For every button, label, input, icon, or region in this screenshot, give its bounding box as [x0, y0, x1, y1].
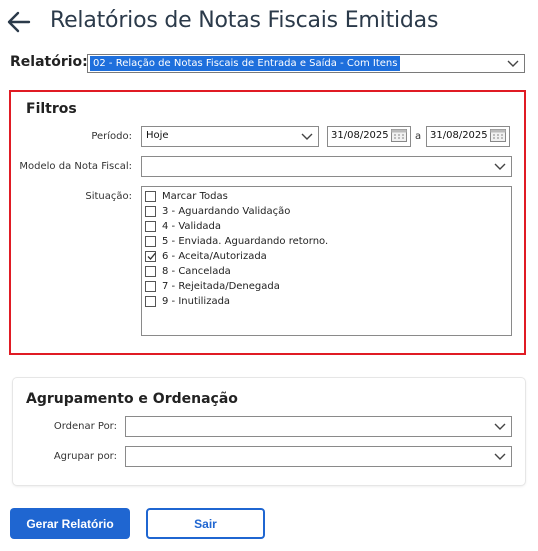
chevron-down-icon: [301, 133, 313, 140]
chevron-down-icon: [494, 423, 506, 430]
chevron-down-icon: [494, 453, 506, 460]
page-title: Relatórios de Notas Fiscais Emitidas: [50, 8, 439, 33]
situation-option[interactable]: 8 - Cancelada: [145, 264, 231, 279]
date-to-input[interactable]: 31/08/2025: [426, 126, 510, 147]
checkbox[interactable]: [145, 236, 156, 247]
checkbox[interactable]: [145, 266, 156, 277]
filters-title: Filtros: [26, 101, 77, 117]
grouping-title: Agrupamento e Ordenação: [26, 391, 238, 407]
date-to-value: 31/08/2025: [430, 130, 488, 141]
situation-option[interactable]: 9 - Inutilizada: [145, 294, 230, 309]
situation-option-label: 6 - Aceita/Autorizada: [162, 251, 267, 262]
report-label: Relatório:: [10, 54, 88, 70]
checkbox[interactable]: [145, 221, 156, 232]
period-label: Período:: [91, 131, 132, 142]
checkbox[interactable]: [145, 206, 156, 217]
back-arrow-icon[interactable]: [6, 8, 32, 36]
date-from-value: 31/08/2025: [331, 130, 389, 141]
model-label: Modelo da Nota Fiscal:: [19, 161, 132, 172]
situation-option-label: 9 - Inutilizada: [162, 296, 231, 307]
checkbox[interactable]: [145, 191, 156, 202]
checkbox[interactable]: [145, 296, 156, 307]
situation-option[interactable]: 3 - Aguardando Validação: [145, 204, 290, 219]
situation-option[interactable]: 7 - Rejeitada/Denegada: [145, 279, 280, 294]
situation-option-label: 3 - Aguardando Validação: [162, 206, 291, 217]
situation-option-label: 5 - Enviada. Aguardando retorno.: [162, 236, 329, 247]
chevron-down-icon: [494, 163, 506, 170]
group-select[interactable]: [125, 446, 512, 467]
situation-option[interactable]: Marcar Todas: [145, 189, 228, 204]
calendar-icon[interactable]: [490, 129, 506, 142]
situation-option-label: 8 - Cancelada: [162, 266, 231, 277]
date-separator: a: [415, 131, 422, 142]
situation-label: Situação:: [85, 191, 132, 202]
model-select[interactable]: [141, 156, 512, 177]
calendar-icon[interactable]: [391, 129, 407, 142]
situation-option[interactable]: 6 - Aceita/Autorizada: [145, 249, 267, 264]
situation-option[interactable]: 5 - Enviada. Aguardando retorno.: [145, 234, 328, 249]
period-value: Hoje: [146, 130, 169, 141]
checkbox[interactable]: [145, 281, 156, 292]
situation-option[interactable]: 4 - Validada: [145, 219, 221, 234]
period-select[interactable]: Hoje: [141, 126, 319, 147]
chevron-down-icon: [507, 60, 519, 67]
checkbox-checked[interactable]: [145, 251, 156, 262]
group-label: Agrupar por:: [53, 451, 117, 462]
situation-option-label: Marcar Todas: [162, 191, 228, 202]
situation-option-label: 4 - Validada: [162, 221, 222, 232]
date-from-input[interactable]: 31/08/2025: [327, 126, 411, 147]
exit-button[interactable]: Sair: [146, 508, 265, 539]
generate-report-button[interactable]: Gerar Relatório: [10, 508, 130, 539]
report-selected-value: 02 - Relação de Notas Fiscais de Entrada…: [90, 56, 401, 71]
situation-option-label: 7 - Rejeitada/Denegada: [162, 281, 280, 292]
report-select[interactable]: 02 - Relação de Notas Fiscais de Entrada…: [87, 54, 525, 73]
situation-list[interactable]: Marcar Todas 3 - Aguardando Validação 4 - …: [141, 186, 512, 336]
order-select[interactable]: [125, 416, 512, 437]
order-label: Ordenar Por:: [53, 421, 117, 432]
checkmark-icon: [147, 252, 156, 260]
